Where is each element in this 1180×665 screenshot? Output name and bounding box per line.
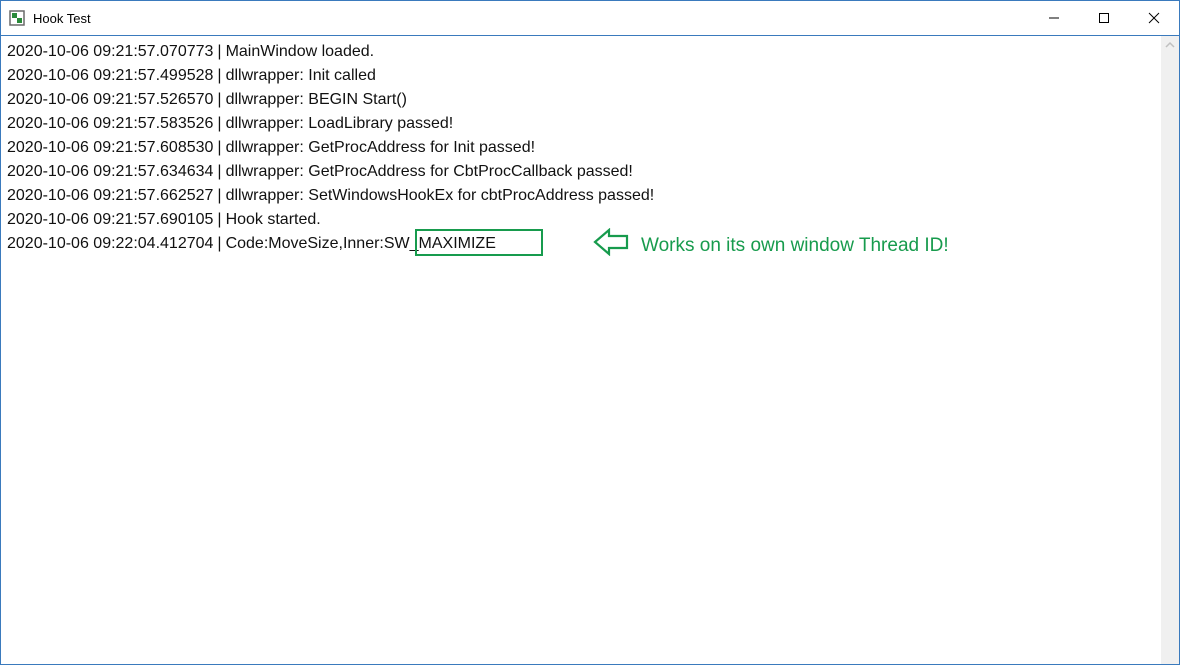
log-separator: |: [213, 136, 225, 160]
window-title: Hook Test: [33, 11, 1029, 26]
log-separator: |: [213, 88, 225, 112]
titlebar[interactable]: Hook Test: [1, 1, 1179, 36]
log-separator: |: [213, 232, 225, 256]
log-separator: |: [213, 184, 225, 208]
log-message: dllwrapper: GetProcAddress for CbtProcCa…: [226, 160, 633, 184]
log-line: 2020-10-06 09:21:57.070773 | MainWindow …: [7, 40, 1155, 64]
log-timestamp: 2020-10-06 09:21:57.634634: [7, 160, 213, 184]
log-line: 2020-10-06 09:21:57.662527 | dllwrapper:…: [7, 184, 1155, 208]
log-message: dllwrapper: BEGIN Start(): [226, 88, 407, 112]
log-timestamp: 2020-10-06 09:21:57.690105: [7, 208, 213, 232]
log-line: 2020-10-06 09:21:57.634634 | dllwrapper:…: [7, 160, 1155, 184]
log-timestamp: 2020-10-06 09:21:57.526570: [7, 88, 213, 112]
log-timestamp: 2020-10-06 09:21:57.608530: [7, 136, 213, 160]
log-line: 2020-10-06 09:21:57.499528 | dllwrapper:…: [7, 64, 1155, 88]
log-timestamp: 2020-10-06 09:21:57.583526: [7, 112, 213, 136]
log-separator: |: [213, 112, 225, 136]
window-controls: [1029, 1, 1179, 35]
log-line: 2020-10-06 09:21:57.608530 | dllwrapper:…: [7, 136, 1155, 160]
client-area: 2020-10-06 09:21:57.070773 | MainWindow …: [1, 36, 1179, 664]
app-window: Hook Test 2020-10-06 09:21:57.070773 | M…: [0, 0, 1180, 665]
minimize-button[interactable]: [1029, 1, 1079, 35]
log-timestamp: 2020-10-06 09:21:57.662527: [7, 184, 213, 208]
log-separator: |: [213, 40, 225, 64]
log-timestamp: 2020-10-06 09:22:04.412704: [7, 232, 213, 256]
log-separator: |: [213, 160, 225, 184]
log-message: Code:MoveSize,Inner:SW_MAXIMIZE: [226, 232, 496, 256]
log-message: Hook started.: [226, 208, 321, 232]
app-icon: [9, 10, 25, 26]
log-line: 2020-10-06 09:21:57.690105 | Hook starte…: [7, 208, 1155, 232]
log-separator: |: [213, 64, 225, 88]
log-message: dllwrapper: Init called: [226, 64, 376, 88]
log-message: MainWindow loaded.: [226, 40, 375, 64]
log-message: dllwrapper: LoadLibrary passed!: [226, 112, 454, 136]
log-timestamp: 2020-10-06 09:21:57.070773: [7, 40, 213, 64]
log-line: 2020-10-06 09:21:57.583526 | dllwrapper:…: [7, 112, 1155, 136]
log-line: 2020-10-06 09:22:04.412704 | Code:MoveSi…: [7, 232, 1155, 256]
scroll-up-icon[interactable]: [1161, 36, 1179, 54]
vertical-scrollbar[interactable]: [1161, 36, 1179, 664]
log-message: dllwrapper: GetProcAddress for Init pass…: [226, 136, 535, 160]
maximize-button[interactable]: [1079, 1, 1129, 35]
log-message: dllwrapper: SetWindowsHookEx for cbtProc…: [226, 184, 655, 208]
log-separator: |: [213, 208, 225, 232]
close-button[interactable]: [1129, 1, 1179, 35]
log-line: 2020-10-06 09:21:57.526570 | dllwrapper:…: [7, 88, 1155, 112]
log-timestamp: 2020-10-06 09:21:57.499528: [7, 64, 213, 88]
log-area[interactable]: 2020-10-06 09:21:57.070773 | MainWindow …: [1, 36, 1161, 664]
